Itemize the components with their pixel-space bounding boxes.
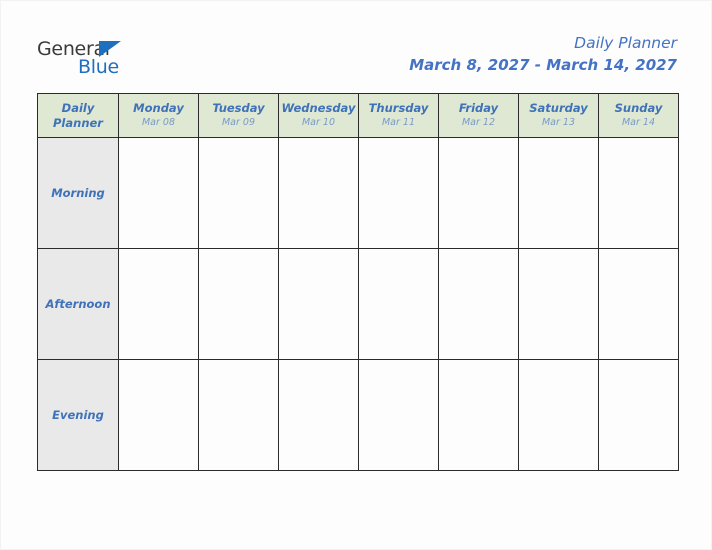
header-row: Daily Planner Monday Mar 08 Tuesday Mar … bbox=[37, 93, 679, 138]
row-label-text: Afternoon bbox=[45, 297, 111, 311]
table-corner-cell: Daily Planner bbox=[37, 93, 119, 138]
corner-line-2: Planner bbox=[53, 115, 103, 130]
day-date: Mar 10 bbox=[301, 117, 336, 128]
day-date: Mar 12 bbox=[461, 117, 496, 128]
slot-afternoon-sunday[interactable] bbox=[598, 248, 679, 360]
table-header: Daily Planner Monday Mar 08 Tuesday Mar … bbox=[37, 93, 679, 138]
page-title: Daily Planner bbox=[574, 34, 677, 52]
day-header-friday: Friday Mar 12 bbox=[438, 93, 519, 138]
date-range: March 8, 2027 - March 14, 2027 bbox=[409, 56, 677, 74]
day-date: Mar 09 bbox=[221, 117, 256, 128]
table-row-evening: Evening bbox=[37, 359, 679, 471]
row-label-morning: Morning bbox=[37, 137, 119, 249]
planner-page: General Blue Daily Planner March 8, 2027… bbox=[0, 0, 712, 550]
slot-afternoon-wednesday[interactable] bbox=[278, 248, 359, 360]
slot-morning-thursday[interactable] bbox=[358, 137, 439, 249]
day-name: Tuesday bbox=[212, 101, 265, 115]
slot-morning-tuesday[interactable] bbox=[198, 137, 279, 249]
triangle-icon bbox=[99, 41, 121, 57]
day-name: Saturday bbox=[529, 101, 588, 115]
day-header-wednesday: Wednesday Mar 10 bbox=[278, 93, 359, 138]
slot-afternoon-thursday[interactable] bbox=[358, 248, 439, 360]
day-name: Sunday bbox=[614, 101, 663, 115]
table-row-afternoon: Afternoon bbox=[37, 248, 679, 360]
slot-evening-thursday[interactable] bbox=[358, 359, 439, 471]
slot-evening-sunday[interactable] bbox=[598, 359, 679, 471]
slot-evening-friday[interactable] bbox=[438, 359, 519, 471]
slot-afternoon-tuesday[interactable] bbox=[198, 248, 279, 360]
slot-evening-monday[interactable] bbox=[118, 359, 199, 471]
day-name: Wednesday bbox=[281, 101, 356, 115]
day-date: Mar 13 bbox=[541, 117, 576, 128]
day-header-sunday: Sunday Mar 14 bbox=[598, 93, 679, 138]
table-row-morning: Morning bbox=[37, 137, 679, 249]
slot-afternoon-saturday[interactable] bbox=[518, 248, 599, 360]
logo-word-blue: Blue bbox=[78, 56, 119, 78]
day-name: Monday bbox=[133, 101, 184, 115]
table-body: Morning Afternoon Evening bbox=[37, 137, 679, 471]
day-header-saturday: Saturday Mar 13 bbox=[518, 93, 599, 138]
slot-evening-saturday[interactable] bbox=[518, 359, 599, 471]
planner-table: Daily Planner Monday Mar 08 Tuesday Mar … bbox=[37, 93, 679, 471]
general-blue-logo[interactable]: General Blue bbox=[37, 39, 157, 81]
slot-morning-friday[interactable] bbox=[438, 137, 519, 249]
slot-morning-monday[interactable] bbox=[118, 137, 199, 249]
day-date: Mar 14 bbox=[621, 117, 656, 128]
day-header-monday: Monday Mar 08 bbox=[118, 93, 199, 138]
day-name: Thursday bbox=[368, 101, 429, 115]
day-header-thursday: Thursday Mar 11 bbox=[358, 93, 439, 138]
row-label-afternoon: Afternoon bbox=[37, 248, 119, 360]
row-label-text: Evening bbox=[52, 408, 104, 422]
day-name: Friday bbox=[458, 101, 499, 115]
corner-line-1: Daily bbox=[61, 100, 95, 115]
row-label-text: Morning bbox=[51, 186, 105, 200]
day-date: Mar 08 bbox=[141, 117, 176, 128]
day-date: Mar 11 bbox=[381, 117, 416, 128]
slot-afternoon-monday[interactable] bbox=[118, 248, 199, 360]
slot-evening-tuesday[interactable] bbox=[198, 359, 279, 471]
day-header-tuesday: Tuesday Mar 09 bbox=[198, 93, 279, 138]
slot-morning-wednesday[interactable] bbox=[278, 137, 359, 249]
page-header: General Blue Daily Planner March 8, 2027… bbox=[1, 1, 712, 93]
slot-morning-sunday[interactable] bbox=[598, 137, 679, 249]
slot-afternoon-friday[interactable] bbox=[438, 248, 519, 360]
title-block: Daily Planner March 8, 2027 - March 14, … bbox=[409, 33, 677, 76]
row-label-evening: Evening bbox=[37, 359, 119, 471]
slot-evening-wednesday[interactable] bbox=[278, 359, 359, 471]
slot-morning-saturday[interactable] bbox=[518, 137, 599, 249]
